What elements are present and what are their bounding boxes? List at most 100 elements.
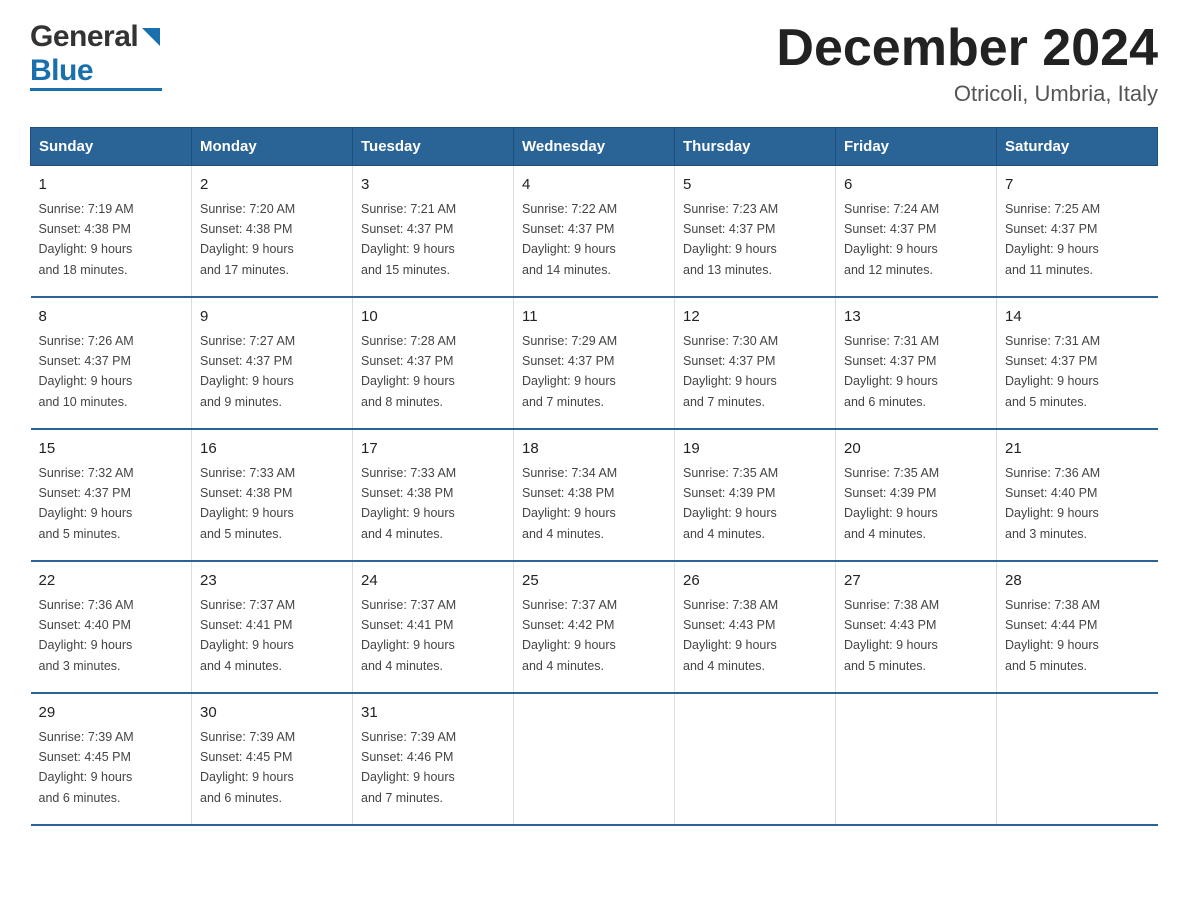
day-info: Sunrise: 7:36 AMSunset: 4:40 PMDaylight:… [1005, 466, 1100, 541]
day-number: 27 [844, 570, 988, 593]
day-number: 22 [39, 570, 184, 593]
day-info: Sunrise: 7:37 AMSunset: 4:41 PMDaylight:… [200, 598, 295, 673]
day-info: Sunrise: 7:35 AMSunset: 4:39 PMDaylight:… [844, 466, 939, 541]
calendar-cell: 13 Sunrise: 7:31 AMSunset: 4:37 PMDayligh… [836, 297, 997, 429]
day-number: 4 [522, 174, 666, 197]
calendar-cell: 16Sunrise: 7:33 AMSunset: 4:38 PMDayligh… [192, 429, 353, 561]
day-info: Sunrise: 7:27 AMSunset: 4:37 PMDaylight:… [200, 334, 295, 409]
day-number: 7 [1005, 174, 1150, 197]
day-info: Sunrise: 7:38 AMSunset: 4:43 PMDaylight:… [683, 598, 778, 673]
calendar-cell [514, 693, 675, 825]
day-number: 2 [200, 174, 344, 197]
day-number: 13 [844, 306, 988, 329]
calendar-cell: 30Sunrise: 7:39 AMSunset: 4:45 PMDayligh… [192, 693, 353, 825]
calendar-cell: 26Sunrise: 7:38 AMSunset: 4:43 PMDayligh… [675, 561, 836, 693]
calendar-table: SundayMondayTuesdayWednesdayThursdayFrid… [30, 127, 1158, 826]
calendar-cell: 31 Sunrise: 7:39 AMSunset: 4:46 PMDayligh… [353, 693, 514, 825]
day-info: Sunrise: 7:19 AMSunset: 4:38 PMDaylight:… [39, 202, 134, 277]
day-number: 31 [361, 702, 505, 725]
day-number: 11 [522, 306, 666, 329]
day-info: Sunrise: 7:29 AMSunset: 4:37 PMDaylight:… [522, 334, 617, 409]
day-number: 9 [200, 306, 344, 329]
page-header: General Blue December 2024 Otricoli, Umb… [30, 20, 1158, 107]
day-info: Sunrise: 7:20 AMSunset: 4:38 PMDaylight:… [200, 202, 295, 277]
day-number: 5 [683, 174, 827, 197]
calendar-week-row: 15 Sunrise: 7:32 AMSunset: 4:37 PMDayligh… [31, 429, 1158, 561]
calendar-cell: 11 Sunrise: 7:29 AMSunset: 4:37 PMDayligh… [514, 297, 675, 429]
day-info: Sunrise: 7:31 AMSunset: 4:37 PMDaylight:… [844, 334, 939, 409]
calendar-cell: 3 Sunrise: 7:21 AMSunset: 4:37 PMDaylight… [353, 166, 514, 298]
calendar-cell: 1 Sunrise: 7:19 AMSunset: 4:38 PMDaylight… [31, 166, 192, 298]
calendar-cell: 9 Sunrise: 7:27 AMSunset: 4:37 PMDaylight… [192, 297, 353, 429]
day-info: Sunrise: 7:39 AMSunset: 4:46 PMDaylight:… [361, 730, 456, 805]
day-number: 14 [1005, 306, 1150, 329]
day-info: Sunrise: 7:39 AMSunset: 4:45 PMDaylight:… [200, 730, 295, 805]
col-header-friday: Friday [836, 128, 997, 166]
page-title: December 2024 [776, 20, 1158, 77]
calendar-cell: 29Sunrise: 7:39 AMSunset: 4:45 PMDayligh… [31, 693, 192, 825]
calendar-cell: 8 Sunrise: 7:26 AMSunset: 4:37 PMDaylight… [31, 297, 192, 429]
day-number: 24 [361, 570, 505, 593]
day-info: Sunrise: 7:37 AMSunset: 4:42 PMDaylight:… [522, 598, 617, 673]
day-info: Sunrise: 7:33 AMSunset: 4:38 PMDaylight:… [361, 466, 456, 541]
day-number: 8 [39, 306, 184, 329]
logo-blue-text: Blue [30, 54, 93, 88]
calendar-week-row: 8 Sunrise: 7:26 AMSunset: 4:37 PMDaylight… [31, 297, 1158, 429]
day-info: Sunrise: 7:37 AMSunset: 4:41 PMDaylight:… [361, 598, 456, 673]
col-header-thursday: Thursday [675, 128, 836, 166]
title-block: December 2024 Otricoli, Umbria, Italy [776, 20, 1158, 107]
day-info: Sunrise: 7:30 AMSunset: 4:37 PMDaylight:… [683, 334, 778, 409]
calendar-cell: 17 Sunrise: 7:33 AMSunset: 4:38 PMDayligh… [353, 429, 514, 561]
day-info: Sunrise: 7:38 AMSunset: 4:44 PMDaylight:… [1005, 598, 1100, 673]
col-header-wednesday: Wednesday [514, 128, 675, 166]
calendar-week-row: 22 Sunrise: 7:36 AMSunset: 4:40 PMDayligh… [31, 561, 1158, 693]
day-info: Sunrise: 7:25 AMSunset: 4:37 PMDaylight:… [1005, 202, 1100, 277]
calendar-cell: 14 Sunrise: 7:31 AMSunset: 4:37 PMDayligh… [997, 297, 1158, 429]
calendar-week-row: 29Sunrise: 7:39 AMSunset: 4:45 PMDayligh… [31, 693, 1158, 825]
day-number: 17 [361, 438, 505, 461]
day-info: Sunrise: 7:38 AMSunset: 4:43 PMDaylight:… [844, 598, 939, 673]
day-info: Sunrise: 7:22 AMSunset: 4:37 PMDaylight:… [522, 202, 617, 277]
logo: General Blue [30, 20, 162, 91]
calendar-cell: 21 Sunrise: 7:36 AMSunset: 4:40 PMDayligh… [997, 429, 1158, 561]
day-number: 6 [844, 174, 988, 197]
calendar-header-row: SundayMondayTuesdayWednesdayThursdayFrid… [31, 128, 1158, 166]
calendar-cell: 23 Sunrise: 7:37 AMSunset: 4:41 PMDayligh… [192, 561, 353, 693]
day-info: Sunrise: 7:26 AMSunset: 4:37 PMDaylight:… [39, 334, 134, 409]
day-number: 19 [683, 438, 827, 461]
day-info: Sunrise: 7:24 AMSunset: 4:37 PMDaylight:… [844, 202, 939, 277]
day-number: 15 [39, 438, 184, 461]
logo-underline [30, 88, 162, 91]
calendar-cell: 18Sunrise: 7:34 AMSunset: 4:38 PMDayligh… [514, 429, 675, 561]
day-number: 3 [361, 174, 505, 197]
col-header-saturday: Saturday [997, 128, 1158, 166]
day-info: Sunrise: 7:32 AMSunset: 4:37 PMDaylight:… [39, 466, 134, 541]
calendar-cell [836, 693, 997, 825]
calendar-cell: 6 Sunrise: 7:24 AMSunset: 4:37 PMDaylight… [836, 166, 997, 298]
calendar-cell: 25Sunrise: 7:37 AMSunset: 4:42 PMDayligh… [514, 561, 675, 693]
calendar-cell: 12Sunrise: 7:30 AMSunset: 4:37 PMDayligh… [675, 297, 836, 429]
day-info: Sunrise: 7:33 AMSunset: 4:38 PMDaylight:… [200, 466, 295, 541]
day-info: Sunrise: 7:36 AMSunset: 4:40 PMDaylight:… [39, 598, 134, 673]
day-info: Sunrise: 7:31 AMSunset: 4:37 PMDaylight:… [1005, 334, 1100, 409]
day-number: 10 [361, 306, 505, 329]
calendar-cell: 22 Sunrise: 7:36 AMSunset: 4:40 PMDayligh… [31, 561, 192, 693]
col-header-tuesday: Tuesday [353, 128, 514, 166]
day-info: Sunrise: 7:21 AMSunset: 4:37 PMDaylight:… [361, 202, 456, 277]
day-number: 18 [522, 438, 666, 461]
day-number: 20 [844, 438, 988, 461]
calendar-cell: 27 Sunrise: 7:38 AMSunset: 4:43 PMDayligh… [836, 561, 997, 693]
calendar-week-row: 1 Sunrise: 7:19 AMSunset: 4:38 PMDaylight… [31, 166, 1158, 298]
day-number: 23 [200, 570, 344, 593]
calendar-cell [675, 693, 836, 825]
logo-general-text: General [30, 20, 138, 54]
day-number: 1 [39, 174, 184, 197]
day-info: Sunrise: 7:23 AMSunset: 4:37 PMDaylight:… [683, 202, 778, 277]
day-number: 21 [1005, 438, 1150, 461]
day-info: Sunrise: 7:28 AMSunset: 4:37 PMDaylight:… [361, 334, 456, 409]
calendar-cell: 5 Sunrise: 7:23 AMSunset: 4:37 PMDaylight… [675, 166, 836, 298]
calendar-cell: 28Sunrise: 7:38 AMSunset: 4:44 PMDayligh… [997, 561, 1158, 693]
calendar-cell: 24 Sunrise: 7:37 AMSunset: 4:41 PMDayligh… [353, 561, 514, 693]
calendar-cell [997, 693, 1158, 825]
calendar-cell: 2 Sunrise: 7:20 AMSunset: 4:38 PMDaylight… [192, 166, 353, 298]
